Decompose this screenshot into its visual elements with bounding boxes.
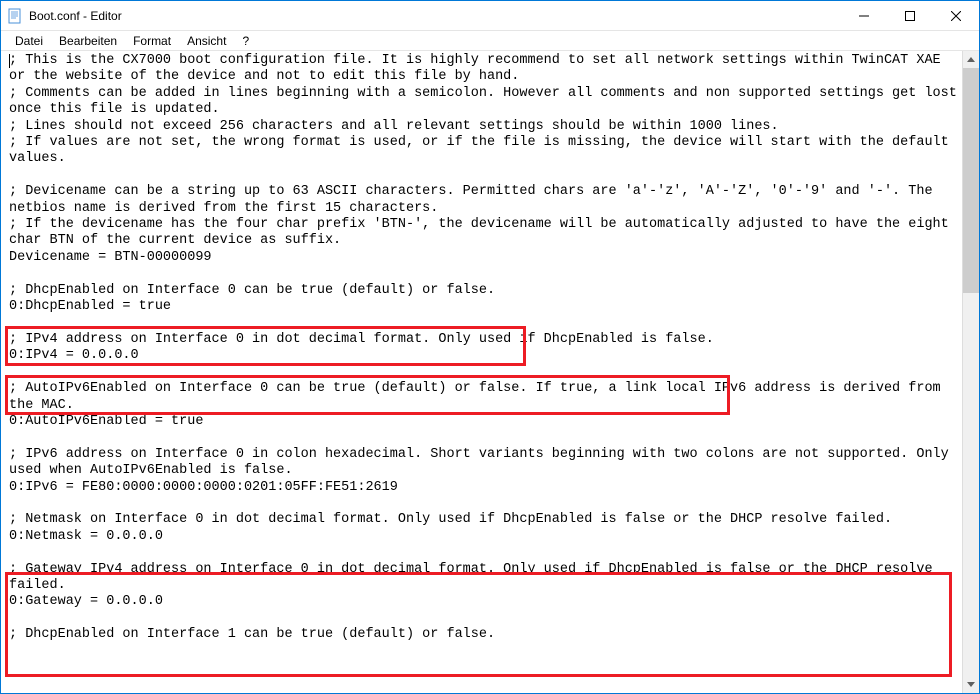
- editor-line: ; IPv6 address on Interface 0 in colon h…: [9, 447, 957, 478]
- editor-textarea[interactable]: ; This is the CX7000 boot configuration …: [1, 51, 962, 693]
- menu-edit[interactable]: Bearbeiten: [51, 32, 125, 50]
- editor-line: ; Devicename can be a string up to 63 AS…: [9, 184, 941, 215]
- vertical-scrollbar: [962, 51, 979, 693]
- text-cursor: [9, 54, 10, 68]
- titlebar: Boot.conf - Editor: [1, 1, 979, 31]
- menu-format[interactable]: Format: [125, 32, 179, 50]
- editor-line: ; Gateway IPv4 address on Interface 0 in…: [9, 562, 941, 593]
- scroll-up-arrow[interactable]: [963, 51, 979, 68]
- editor-line: ; Netmask on Interface 0 in dot decimal …: [9, 512, 892, 527]
- editor-line: 0:Netmask = 0.0.0.0: [9, 529, 163, 544]
- menu-view[interactable]: Ansicht: [179, 32, 234, 50]
- scroll-down-arrow[interactable]: [963, 676, 979, 693]
- editor-line: ; This is the CX7000 boot configuration …: [9, 53, 949, 84]
- maximize-button[interactable]: [887, 1, 933, 31]
- editor-line: ; Comments can be added in lines beginni…: [9, 86, 962, 117]
- editor-line: ; Lines should not exceed 256 characters…: [9, 119, 779, 134]
- editor-line: ; If the devicename has the four char pr…: [9, 217, 957, 248]
- app-icon: [7, 8, 23, 24]
- editor-line: ; DhcpEnabled on Interface 0 can be true…: [9, 283, 495, 298]
- menu-file[interactable]: Datei: [7, 32, 51, 50]
- editor-line: 0:AutoIPv6Enabled = true: [9, 414, 203, 429]
- scroll-track[interactable]: [963, 68, 979, 676]
- scroll-thumb[interactable]: [963, 68, 979, 293]
- menubar: Datei Bearbeiten Format Ansicht ?: [1, 31, 979, 51]
- editor-line: 0:IPv6 = FE80:0000:0000:0000:0201:05FF:F…: [9, 480, 398, 495]
- editor-line: 0:Gateway = 0.0.0.0: [9, 594, 163, 609]
- window-title: Boot.conf - Editor: [29, 9, 841, 23]
- close-button[interactable]: [933, 1, 979, 31]
- minimize-button[interactable]: [841, 1, 887, 31]
- editor-line: Devicename = BTN-00000099: [9, 250, 212, 265]
- editor-line: 0:DhcpEnabled = true: [9, 299, 171, 314]
- window-controls: [841, 1, 979, 30]
- highlight-box-netmask-gateway: [5, 572, 952, 677]
- editor-line: ; DhcpEnabled on Interface 1 can be true…: [9, 627, 495, 642]
- editor-line: ; AutoIPv6Enabled on Interface 0 can be …: [9, 381, 949, 412]
- content-wrapper: ; This is the CX7000 boot configuration …: [1, 51, 979, 693]
- editor-line: 0:IPv4 = 0.0.0.0: [9, 348, 139, 363]
- menu-help[interactable]: ?: [234, 32, 257, 50]
- editor-line: ; If values are not set, the wrong forma…: [9, 135, 957, 166]
- editor-line: ; IPv4 address on Interface 0 in dot dec…: [9, 332, 714, 347]
